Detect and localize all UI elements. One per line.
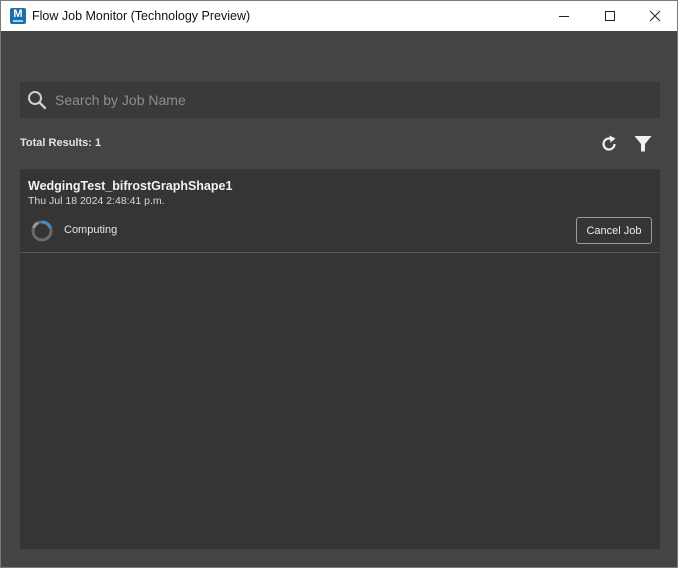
spinner-icon [31, 220, 53, 242]
app-logo-icon: M [10, 8, 26, 24]
maximize-button[interactable] [587, 1, 633, 31]
search-icon [28, 91, 47, 110]
maximize-icon [605, 11, 615, 21]
cancel-job-button[interactable]: Cancel Job [576, 217, 652, 244]
app-window: M Flow Job Monitor (Technology Preview) [0, 0, 678, 568]
minimize-button[interactable] [541, 1, 587, 31]
job-status: Computing [64, 224, 118, 236]
close-button[interactable] [632, 1, 678, 31]
refresh-icon[interactable] [599, 134, 619, 154]
app-logo-letter: M [13, 8, 23, 20]
minimize-icon [559, 16, 569, 17]
job-date: Thu Jul 18 2024 2:48:41 p.m. [28, 195, 165, 207]
search-input[interactable] [55, 82, 650, 118]
job-item: WedgingTest_bifrostGraphShape1 Thu Jul 1… [20, 169, 660, 253]
filter-icon[interactable] [633, 134, 653, 154]
title-bar[interactable]: M Flow Job Monitor (Technology Preview) [1, 1, 677, 31]
close-icon [649, 10, 661, 22]
job-list: WedgingTest_bifrostGraphShape1 Thu Jul 1… [20, 169, 660, 549]
job-name: WedgingTest_bifrostGraphShape1 [28, 179, 233, 193]
total-results-label: Total Results: 1 [20, 137, 102, 149]
search-bar [20, 82, 660, 118]
window-title: Flow Job Monitor (Technology Preview) [32, 9, 251, 23]
